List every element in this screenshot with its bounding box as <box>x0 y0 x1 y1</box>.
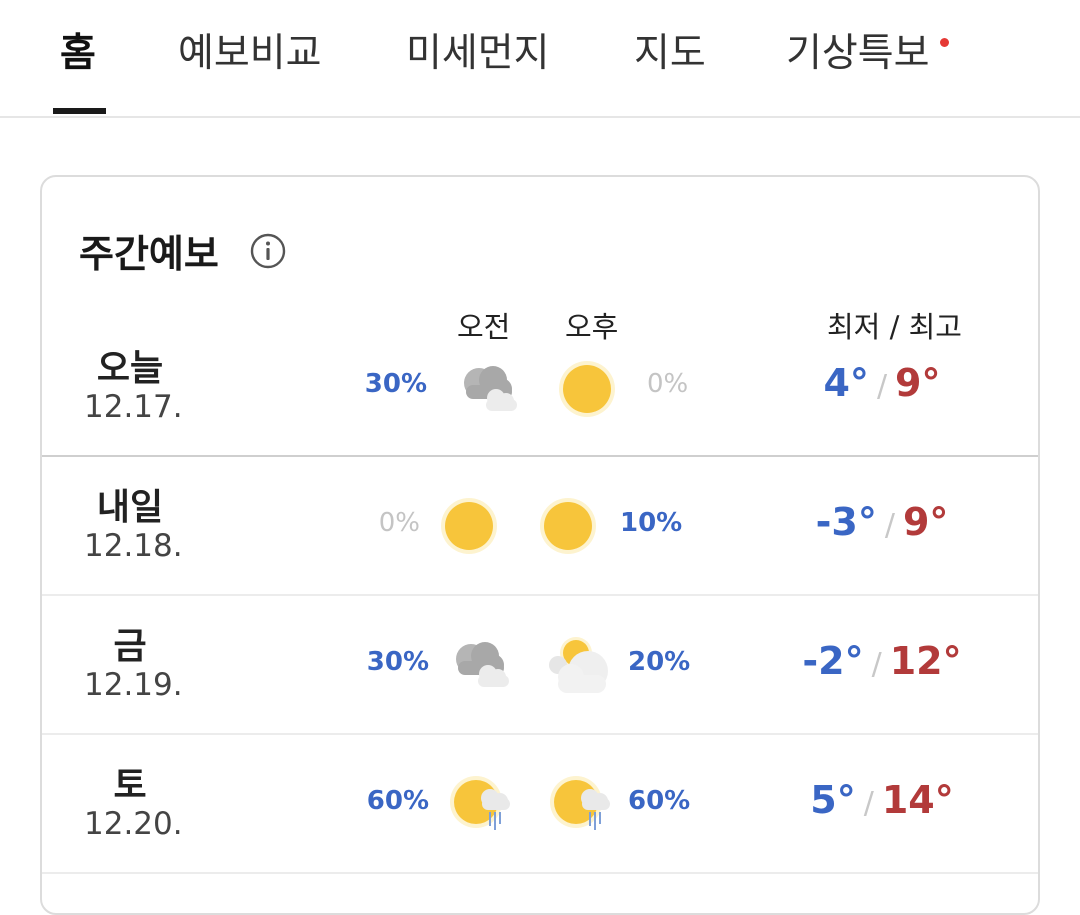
temp-min: 5° <box>810 778 856 822</box>
temp-min: 4° <box>823 361 869 405</box>
temp-slash: / <box>871 647 882 682</box>
temp-slash: / <box>863 786 874 821</box>
sunny-icon <box>441 498 497 554</box>
temp-slash: / <box>876 369 888 404</box>
temp-min: -3° <box>815 500 877 544</box>
tab-home[interactable]: 홈 <box>60 28 96 80</box>
date-label: 12.20. <box>84 806 183 842</box>
temp-min: -2° <box>802 639 864 683</box>
forecast-row-today[interactable]: 오늘 12.17. 30% 0% 4°/9° <box>42 317 1038 457</box>
date-label: 12.18. <box>84 528 183 564</box>
temp-max: 9° <box>895 361 941 405</box>
day-label: 오늘 <box>96 348 164 389</box>
card-title: 주간예보 <box>79 232 219 276</box>
date-label: 12.17. <box>84 389 183 425</box>
temp-max: 14° <box>881 778 954 822</box>
temperature-range: 4°/9° <box>802 361 962 405</box>
day-label: 금 <box>113 626 147 667</box>
tab-fine-dust[interactable]: 미세먼지 <box>406 28 550 80</box>
partly-cloudy-icon <box>549 637 608 693</box>
forecast-row-tomorrow[interactable]: 내일 12.18. 0% 10% -3°/9° <box>42 456 1038 596</box>
cloudy-icon <box>456 642 509 687</box>
sun-shower-icon <box>550 776 610 830</box>
cloudy-icon <box>464 366 517 411</box>
am-precip-percent: 30% <box>364 369 427 399</box>
tab-weather-alert[interactable]: 기상특보 <box>786 28 930 80</box>
am-precip-percent: 0% <box>378 508 420 538</box>
tab-map[interactable]: 지도 <box>634 28 706 80</box>
forecast-row-fri[interactable]: 금 12.19. 30% 20% -2°/12° <box>42 595 1038 735</box>
day-label: 토 <box>113 765 147 806</box>
weekly-forecast-card: 주간예보 오전 오후 최저 / 최고 오늘 12.17. 30% 0% 4°/9… <box>40 175 1040 915</box>
active-tab-indicator <box>53 108 106 114</box>
pm-precip-percent: 20% <box>628 647 691 677</box>
sunny-icon <box>540 498 596 554</box>
temperature-range: -2°/12° <box>802 639 962 683</box>
am-precip-percent: 60% <box>366 786 429 816</box>
forecast-row-sat[interactable]: 토 12.20. 60% 60% 5°/14° <box>42 734 1038 874</box>
top-tab-bar: 홈 예보비교 미세먼지 지도 기상특보 <box>0 0 1080 118</box>
temp-slash: / <box>884 508 895 543</box>
day-label: 내일 <box>96 487 164 528</box>
alert-dot-badge <box>940 38 949 47</box>
temperature-range: -3°/9° <box>802 500 962 544</box>
sunny-icon <box>559 361 615 417</box>
temp-max: 12° <box>889 639 962 683</box>
am-precip-percent: 30% <box>366 647 429 677</box>
info-circle-icon[interactable] <box>250 233 286 269</box>
temp-max: 9° <box>902 500 949 544</box>
sun-shower-icon <box>450 776 510 830</box>
pm-precip-percent: 10% <box>620 508 683 538</box>
temperature-range: 5°/14° <box>802 778 962 822</box>
date-label: 12.19. <box>84 667 183 703</box>
pm-precip-percent: 60% <box>628 786 691 816</box>
pm-precip-percent: 0% <box>647 369 689 399</box>
tab-forecast-compare[interactable]: 예보비교 <box>178 28 322 80</box>
